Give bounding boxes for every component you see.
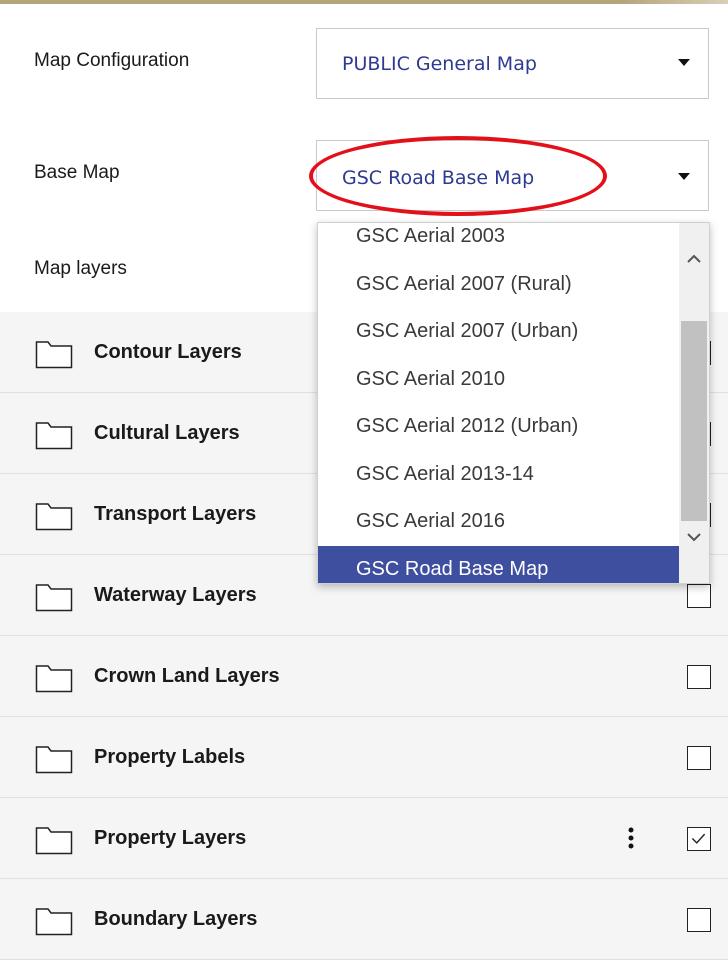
- checkmark-icon: [691, 833, 706, 844]
- layer-name: Boundary Layers: [94, 908, 258, 930]
- checkbox[interactable]: [687, 908, 711, 932]
- caret-down-icon: [678, 59, 690, 66]
- base-map-option[interactable]: GSC Aerial 2003: [318, 223, 680, 260]
- map-layers-label: Map layers: [34, 258, 127, 279]
- layer-name: Crown Land Layers: [94, 665, 280, 687]
- folder-icon: [35, 665, 73, 693]
- base-map-row: Base Map GSC Road Base Map: [0, 121, 728, 233]
- base-map-option[interactable]: GSC Aerial 2012 (Urban): [318, 403, 680, 450]
- chevron-down-icon[interactable]: [686, 529, 702, 545]
- base-map-option[interactable]: GSC Aerial 2010: [318, 356, 680, 403]
- checkbox[interactable]: [687, 665, 711, 689]
- checkbox[interactable]: [687, 584, 711, 608]
- caret-down-icon: [678, 173, 690, 180]
- layer-name: Property Labels: [94, 746, 246, 768]
- map-configuration-row: Map Configuration PUBLIC General Map: [0, 4, 728, 122]
- layer-name: Transport Layers: [94, 503, 257, 525]
- scrollbar-thumb[interactable]: [681, 321, 707, 521]
- folder-icon: [35, 503, 73, 531]
- base-map-dropdown: GSC Aerial 2003 GSC Aerial 2007 (Rural) GS…: [317, 222, 710, 584]
- layer-row[interactable]: Crown Land Layers: [0, 636, 728, 717]
- layer-name: Cultural Layers: [94, 422, 240, 444]
- folder-icon: [35, 746, 73, 774]
- folder-icon: [35, 422, 73, 450]
- checkbox[interactable]: [687, 746, 711, 770]
- folder-icon: [35, 584, 73, 612]
- chevron-up-icon[interactable]: [686, 251, 702, 267]
- dropdown-scrollbar[interactable]: [679, 223, 709, 583]
- map-configuration-label: Map Configuration: [34, 50, 190, 71]
- base-map-option[interactable]: GSC Road Base Map: [318, 545, 680, 583]
- map-configuration-value: PUBLIC General Map: [342, 53, 537, 75]
- base-map-option[interactable]: GSC Aerial 2013-14: [318, 451, 680, 498]
- base-map-option[interactable]: GSC Aerial 2016: [318, 498, 680, 545]
- folder-icon: [35, 908, 73, 936]
- base-map-value: GSC Road Base Map: [342, 167, 535, 189]
- map-configuration-select[interactable]: PUBLIC General Map: [316, 28, 709, 99]
- checkbox-checked[interactable]: [687, 827, 711, 851]
- layer-row[interactable]: Property Labels: [0, 717, 728, 798]
- folder-icon: [35, 827, 73, 855]
- base-map-options-list: GSC Aerial 2003 GSC Aerial 2007 (Rural) GS…: [318, 223, 680, 583]
- layer-name: Contour Layers: [94, 341, 242, 363]
- base-map-option[interactable]: GSC Aerial 2007 (Urban): [318, 308, 680, 355]
- base-map-select[interactable]: GSC Road Base Map: [316, 140, 709, 211]
- layer-row[interactable]: Boundary Layers: [0, 879, 728, 960]
- folder-icon: [35, 341, 73, 369]
- kebab-menu-icon[interactable]: [628, 824, 634, 852]
- base-map-option[interactable]: GSC Aerial 2007 (Rural): [318, 261, 680, 308]
- layer-name: Property Layers: [94, 827, 247, 849]
- base-map-label: Base Map: [34, 162, 120, 183]
- layer-row[interactable]: Property Layers: [0, 798, 728, 879]
- layer-name: Waterway Layers: [94, 584, 257, 606]
